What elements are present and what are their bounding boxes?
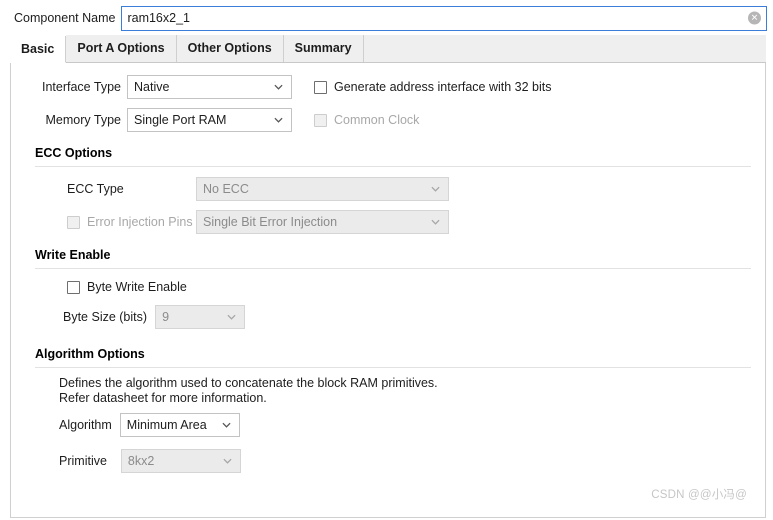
primitive-row: Primitive 8kx2 bbox=[11, 449, 765, 473]
checkbox-box bbox=[67, 215, 80, 229]
algorithm-options-title: Algorithm Options bbox=[35, 347, 145, 361]
component-name-label: Component Name bbox=[14, 11, 116, 25]
memory-type-dropdown[interactable]: Single Port RAM bbox=[127, 108, 292, 132]
ecc-type-value: No ECC bbox=[203, 182, 249, 196]
common-clock-checkbox: Common Clock bbox=[314, 113, 419, 127]
tab-other-options[interactable]: Other Options bbox=[176, 35, 284, 62]
error-injection-row: Error Injection Pins Single Bit Error In… bbox=[11, 210, 765, 234]
algorithm-label: Algorithm bbox=[59, 418, 112, 432]
ecc-type-row: ECC Type No ECC bbox=[11, 177, 765, 201]
algorithm-row: Algorithm Minimum Area bbox=[11, 413, 765, 437]
chevron-down-icon bbox=[431, 185, 440, 194]
clear-icon[interactable]: ✕ bbox=[748, 11, 761, 25]
byte-write-enable-checkbox[interactable]: Byte Write Enable bbox=[67, 280, 187, 294]
checkbox-box[interactable] bbox=[314, 80, 327, 94]
chevron-down-icon bbox=[274, 116, 283, 125]
basic-tab-panel: Interface Type Native Generate address i… bbox=[10, 63, 766, 518]
algorithm-description-line2: Refer datasheet for more information. bbox=[59, 391, 267, 405]
chevron-down-icon bbox=[222, 421, 231, 430]
write-enable-section-header: Write Enable bbox=[11, 248, 765, 266]
tab-basic[interactable]: Basic bbox=[10, 36, 67, 63]
error-injection-type-dropdown[interactable]: Single Bit Error Injection bbox=[196, 210, 449, 234]
tab-port-a-options[interactable]: Port A Options bbox=[66, 35, 177, 62]
interface-type-row: Interface Type Native Generate address i… bbox=[11, 75, 765, 99]
byte-write-enable-row: Byte Write Enable bbox=[11, 280, 765, 294]
component-name-field[interactable]: ✕ bbox=[121, 5, 767, 31]
byte-size-label: Byte Size (bits) bbox=[63, 310, 148, 324]
component-name-input[interactable] bbox=[122, 6, 766, 30]
ecc-options-section-header: ECC Options bbox=[11, 146, 765, 164]
common-clock-label: Common Clock bbox=[334, 113, 420, 127]
tab-bar: Basic Port A Options Other Options Summa… bbox=[10, 35, 766, 63]
chevron-down-icon bbox=[274, 83, 283, 92]
chevron-down-icon bbox=[223, 457, 232, 466]
checkbox-box[interactable] bbox=[67, 280, 80, 294]
byte-write-enable-label: Byte Write Enable bbox=[87, 280, 187, 294]
primitive-dropdown[interactable]: 8kx2 bbox=[120, 449, 241, 473]
ecc-type-label: ECC Type bbox=[67, 182, 124, 196]
memory-type-value: Single Port RAM bbox=[134, 113, 227, 127]
primitive-value: 8kx2 bbox=[127, 454, 155, 468]
memory-type-label: Memory Type bbox=[45, 113, 122, 127]
chevron-down-icon bbox=[431, 218, 440, 227]
byte-size-row: Byte Size (bits) 9 bbox=[11, 305, 765, 329]
write-enable-divider bbox=[35, 268, 751, 269]
chevron-down-icon bbox=[227, 313, 236, 322]
error-injection-pins-checkbox: Error Injection Pins bbox=[67, 215, 196, 229]
algorithm-dropdown[interactable]: Minimum Area bbox=[119, 413, 240, 437]
tab-bar-filler bbox=[363, 35, 766, 62]
algorithm-options-section-header: Algorithm Options bbox=[11, 347, 765, 365]
generate-address-interface-label: Generate address interface with 32 bits bbox=[334, 80, 552, 94]
interface-type-value: Native bbox=[134, 80, 170, 94]
algorithm-options-divider bbox=[35, 367, 751, 368]
ecc-options-title: ECC Options bbox=[35, 146, 113, 160]
memory-type-row: Memory Type Single Port RAM Common Clock bbox=[11, 108, 765, 132]
write-enable-title: Write Enable bbox=[35, 248, 111, 262]
ecc-type-dropdown[interactable]: No ECC bbox=[196, 177, 449, 201]
byte-size-dropdown[interactable]: 9 bbox=[155, 305, 246, 329]
watermark: CSDN @@小冯@ bbox=[651, 489, 747, 501]
byte-size-value: 9 bbox=[162, 310, 170, 324]
component-name-row: Component Name ✕ bbox=[0, 0, 773, 36]
interface-type-dropdown[interactable]: Native bbox=[127, 75, 292, 99]
algorithm-value: Minimum Area bbox=[126, 418, 207, 432]
error-injection-type-value: Single Bit Error Injection bbox=[203, 215, 338, 229]
error-injection-pins-label: Error Injection Pins bbox=[87, 215, 193, 229]
algorithm-description: Defines the algorithm used to concatenat… bbox=[11, 376, 765, 406]
tab-summary[interactable]: Summary bbox=[283, 35, 364, 62]
ecc-options-divider bbox=[35, 166, 751, 167]
primitive-label: Primitive bbox=[59, 454, 107, 468]
interface-type-label: Interface Type bbox=[42, 80, 121, 94]
algorithm-description-line1: Defines the algorithm used to concatenat… bbox=[59, 376, 438, 390]
generate-address-interface-checkbox[interactable]: Generate address interface with 32 bits bbox=[314, 80, 551, 94]
checkbox-box bbox=[314, 113, 327, 127]
